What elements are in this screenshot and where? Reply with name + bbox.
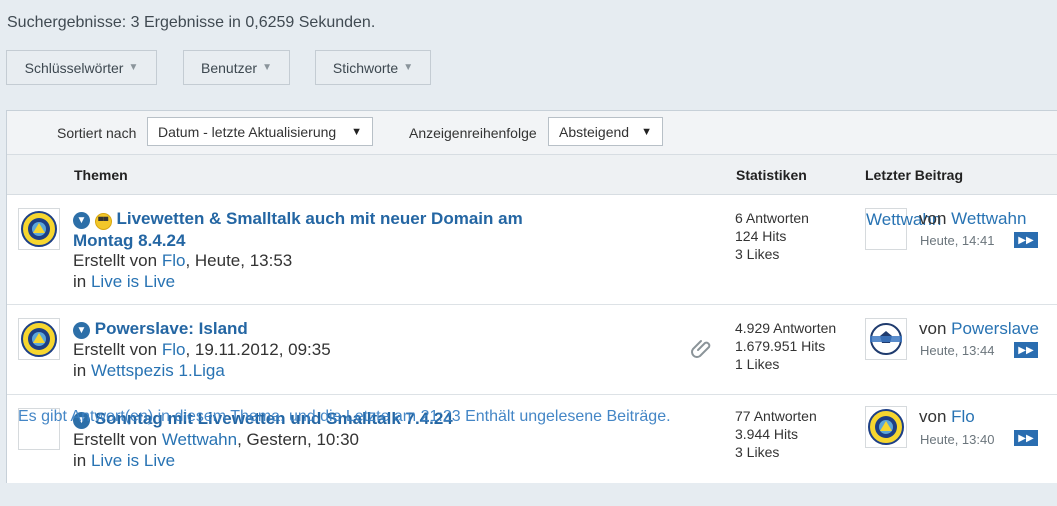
thread-title-link[interactable]: ▼ ▀▀ Livewetten & Smalltalk auch mit neu…	[73, 208, 523, 251]
caret-down-icon: ▼	[262, 62, 272, 73]
thread-title: Powerslave: Island	[94, 319, 248, 338]
avatar[interactable]	[18, 318, 60, 360]
created-prefix: Erstellt von	[73, 251, 162, 270]
thread-stats: 6 Antworten 124 Hits 3 Likes	[735, 209, 809, 263]
results-title: Suchergebnisse: 3 Ergebnisse in 0,6259 S…	[7, 14, 376, 31]
likes-count: 3 Likes	[735, 444, 780, 460]
created-date: , 19.11.2012, 09:35	[185, 340, 331, 359]
thread-stats: 4.929 Antworten 1.679.951 Hits 1 Likes	[735, 319, 836, 373]
jump-to-last-post-button[interactable]: ▶▶	[1014, 430, 1038, 446]
results-panel: Sortiert nach Datum - letzte Aktualisier…	[6, 110, 1057, 483]
by-prefix: von	[919, 407, 952, 426]
filter-label: Stichworte	[332, 59, 399, 76]
table-row: ▼ Powerslave: Island Erstellt von Flo, 1…	[7, 305, 1057, 395]
filter-keywords-button[interactable]: Schlüsselwörter ▼	[6, 50, 157, 85]
created-date: , Gestern, 10:30	[237, 430, 359, 449]
thread-meta: Erstellt von Flo, Heute, 13:53	[73, 250, 292, 271]
download-circle-icon[interactable]: ▼	[73, 212, 90, 229]
by-prefix: von	[919, 319, 952, 338]
last-post-by: von Flo	[919, 407, 975, 427]
filter-label: Benutzer	[201, 59, 258, 76]
last-author-link[interactable]: Wettwahn	[951, 209, 1026, 228]
last-post-by: von Powerslave	[919, 319, 1039, 339]
last-post-avatar[interactable]: Wettwahn	[865, 208, 941, 250]
in-prefix: in	[73, 272, 91, 291]
sunglasses-smiley-icon: ▀▀	[94, 213, 112, 230]
forum-link[interactable]: Wettspezis 1.Liga	[91, 361, 225, 380]
sort-label: Sortiert nach	[57, 125, 137, 141]
unread-tooltip-text: Es gibt Antwort(en) in diesem Thema, und…	[18, 408, 671, 425]
thread-title-link[interactable]: ▼ Powerslave: Island	[73, 318, 248, 339]
thread-title-line2: Montag 8.4.24	[73, 231, 186, 250]
hits-count: 3.944 Hits	[735, 426, 799, 442]
fast-forward-icon: ▶▶	[1018, 432, 1034, 444]
likes-count: 1 Likes	[735, 356, 780, 372]
order-select[interactable]: Absteigend ▼	[548, 117, 663, 146]
thread-forum: in Live is Live	[73, 271, 175, 292]
avatar[interactable]	[18, 208, 60, 250]
caret-down-icon: ▼	[403, 62, 414, 73]
author-link[interactable]: Wettwahn	[162, 430, 237, 449]
sort-select[interactable]: Datum - letzte Aktualisierung ▼	[147, 117, 373, 146]
order-value: Absteigend	[559, 123, 630, 140]
club-logo-icon	[21, 211, 57, 247]
paperclip-icon	[690, 336, 716, 367]
jump-to-last-post-button[interactable]: ▶▶	[1014, 232, 1038, 248]
thread-meta: Erstellt von Wettwahn, Gestern, 10:30	[73, 429, 359, 450]
column-header: Themen Statistiken Letzter Beitrag	[7, 155, 1057, 195]
thread-title: Livewetten & Smalltalk auch mit neuer Do…	[116, 209, 523, 228]
thread-forum: in Live is Live	[73, 450, 175, 471]
replies-count: 6 Antworten	[735, 210, 809, 226]
forum-link[interactable]: Live is Live	[91, 451, 175, 470]
likes-count: 3 Likes	[735, 246, 780, 262]
in-prefix: in	[73, 361, 91, 380]
chevron-down-icon: ▼	[641, 126, 652, 138]
table-row: ▼ ▀▀ Livewetten & Smalltalk auch mit neu…	[7, 195, 1057, 305]
created-prefix: Erstellt von	[73, 340, 162, 359]
replies-count: 4.929 Antworten	[735, 320, 837, 336]
last-post-time: Heute, 14:41	[920, 233, 995, 248]
order-label: Anzeigenreihenfolge	[409, 125, 537, 141]
club-logo-icon	[21, 321, 57, 357]
last-post-avatar[interactable]	[865, 406, 907, 448]
filter-tags-button[interactable]: Stichworte ▼	[315, 50, 431, 85]
last-author-link[interactable]: Flo	[951, 407, 975, 426]
jump-to-last-post-button[interactable]: ▶▶	[1014, 342, 1038, 358]
col-stats: Statistiken	[736, 167, 807, 183]
replies-count: 77 Antworten	[735, 408, 817, 424]
club-logo-icon	[868, 409, 904, 445]
sort-bar: Sortiert nach Datum - letzte Aktualisier…	[7, 111, 1057, 155]
sort-value: Datum - letzte Aktualisierung	[158, 123, 337, 140]
soccer-ball-icon	[870, 323, 902, 355]
last-post-time: Heute, 13:40	[920, 432, 995, 447]
hits-count: 124 Hits	[735, 228, 787, 244]
author-link[interactable]: Flo	[162, 251, 186, 270]
created-date: , Heute, 13:53	[185, 251, 293, 270]
last-post-avatar[interactable]	[865, 318, 907, 360]
fast-forward-icon: ▶▶	[1018, 234, 1034, 246]
last-post-by: von Wettwahn	[919, 209, 1026, 229]
caret-down-icon: ▼	[128, 62, 139, 73]
col-topics: Themen	[74, 167, 128, 183]
col-last-post: Letzter Beitrag	[865, 167, 964, 183]
fast-forward-icon: ▶▶	[1018, 344, 1034, 356]
forum-link[interactable]: Live is Live	[91, 272, 175, 291]
by-prefix: von	[919, 209, 952, 228]
filter-label: Schlüsselwörter	[24, 59, 124, 76]
thread-meta: Erstellt von Flo, 19.11.2012, 09:35	[73, 339, 331, 360]
author-link[interactable]: Flo	[162, 340, 186, 359]
download-circle-icon[interactable]: ▼	[73, 322, 90, 339]
thread-stats: 77 Antworten 3.944 Hits 3 Likes	[735, 407, 817, 461]
last-post-time: Heute, 13:44	[920, 343, 995, 358]
thread-forum: in Wettspezis 1.Liga	[73, 360, 225, 381]
created-prefix: Erstellt von	[73, 430, 162, 449]
hits-count: 1.679.951 Hits	[735, 338, 826, 354]
filter-user-button[interactable]: Benutzer ▼	[183, 50, 290, 85]
chevron-down-icon: ▼	[351, 126, 362, 138]
last-author-link[interactable]: Powerslave	[951, 319, 1039, 338]
in-prefix: in	[73, 451, 91, 470]
